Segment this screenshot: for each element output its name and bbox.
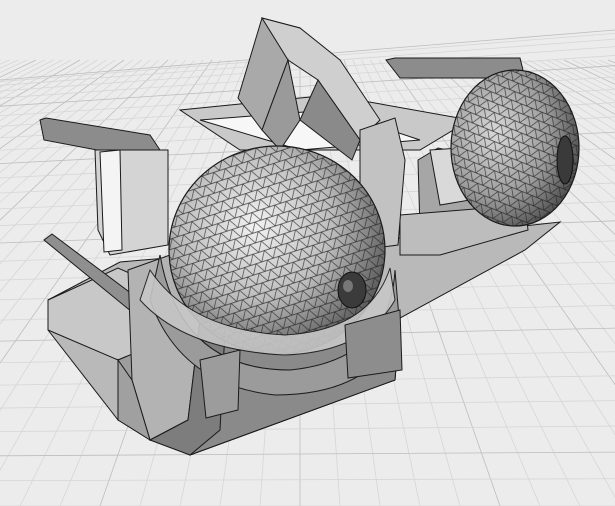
viewport-stage[interactable] — [0, 0, 615, 506]
3d-viewport[interactable] — [0, 0, 615, 506]
left-pupil-icon — [337, 271, 367, 309]
right-pupil-icon — [556, 135, 574, 185]
